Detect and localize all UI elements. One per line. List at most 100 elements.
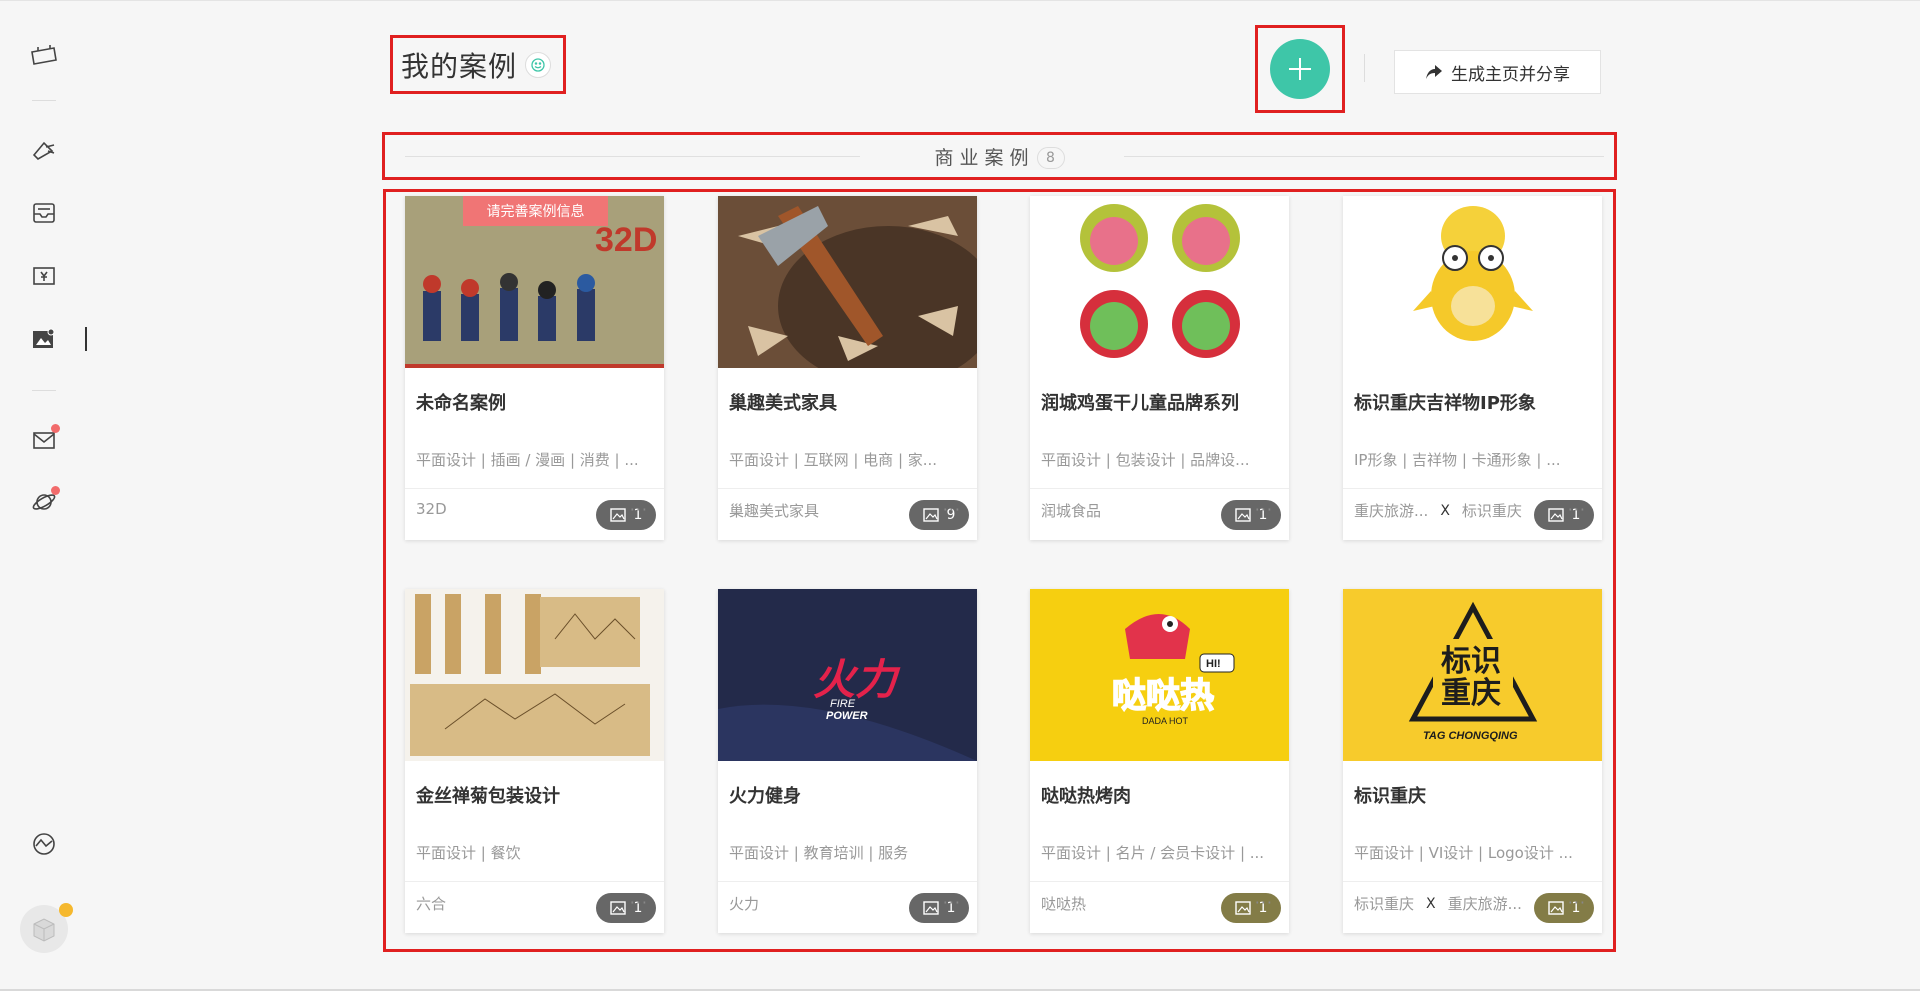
case-brand-row: 重庆旅游... X 标识重庆 bbox=[1354, 500, 1559, 521]
inbox-icon[interactable] bbox=[28, 197, 60, 229]
case-card[interactable]: 1 润城鸡蛋干儿童品牌系列 平面设计 | 包装设计 | 品牌设... 润城食品 … bbox=[1030, 196, 1289, 540]
card-divider bbox=[1030, 881, 1289, 882]
cover-text: 标识 bbox=[1441, 644, 1501, 679]
title-highlight: 我的案例 bbox=[390, 35, 566, 94]
case-brand-row: 巢趣美式家具 bbox=[729, 500, 934, 521]
case-brand-row: 六合 bbox=[416, 893, 621, 914]
card-divider bbox=[1343, 881, 1602, 882]
cover-text: 哒哒热 bbox=[1112, 676, 1214, 716]
incomplete-info-ribbon: 请完善案例信息 bbox=[463, 196, 608, 226]
more-options-button[interactable]: ··· bbox=[1568, 500, 1586, 519]
more-options-button[interactable]: ··· bbox=[1255, 500, 1273, 519]
case-tags: 平面设计 | 包装设计 | 品牌设... bbox=[1041, 451, 1250, 469]
logo-icon[interactable] bbox=[28, 40, 60, 72]
sidebar bbox=[0, 0, 88, 989]
share-homepage-button[interactable]: 生成主页并分享 bbox=[1394, 50, 1601, 94]
case-tags: 平面设计 | 餐饮 bbox=[416, 844, 521, 862]
case-cover-image[interactable]: HI! 哒哒热 DADA HOT bbox=[1030, 589, 1289, 761]
case-brand: 哒哒热 bbox=[1041, 895, 1087, 913]
case-partner: 重庆旅游... bbox=[1447, 895, 1522, 913]
case-brand: 润城食品 bbox=[1041, 502, 1102, 520]
more-options-button[interactable]: ··· bbox=[630, 893, 648, 912]
card-divider bbox=[1343, 488, 1602, 489]
more-options-button[interactable]: ··· bbox=[943, 893, 961, 912]
case-brand-row: 32D bbox=[416, 500, 621, 518]
case-cover-image[interactable] bbox=[718, 196, 977, 368]
case-title[interactable]: 金丝禅菊包装设计 bbox=[416, 782, 560, 808]
payment-icon[interactable] bbox=[28, 260, 60, 292]
add-case-button[interactable] bbox=[1270, 39, 1330, 99]
case-partner: 标识重庆 bbox=[1461, 502, 1522, 520]
cover-text: 火力 bbox=[813, 655, 901, 704]
collab-separator: X bbox=[1440, 502, 1450, 519]
case-brand: 标识重庆 bbox=[1354, 895, 1415, 913]
case-title[interactable]: 未命名案例 bbox=[416, 389, 506, 415]
case-card[interactable]: 32D 请完善案例信息 1 未命名案例 平面设计 | 插画 / 漫画 | 消费 … bbox=[405, 196, 664, 540]
case-card[interactable]: 9 巢趣美式家具 平面设计 | 互联网 | 电商 | 家... 巢趣美式家具 ·… bbox=[718, 196, 977, 540]
case-brand: 六合 bbox=[416, 895, 447, 913]
share-label: 生成主页并分享 bbox=[1451, 64, 1570, 85]
cover-text: 重庆 bbox=[1441, 676, 1501, 711]
case-title[interactable]: 火力健身 bbox=[729, 782, 801, 808]
case-title[interactable]: 标识重庆 bbox=[1354, 782, 1426, 808]
collab-separator: X bbox=[1426, 895, 1436, 912]
card-divider bbox=[405, 881, 664, 882]
case-brand-row: 润城食品 bbox=[1041, 500, 1246, 521]
case-title[interactable]: 润城鸡蛋干儿童品牌系列 bbox=[1041, 389, 1239, 415]
case-title[interactable]: 巢趣美式家具 bbox=[729, 389, 837, 415]
more-options-button[interactable]: ··· bbox=[1568, 893, 1586, 912]
case-cover-image[interactable]: 火力 FIRE POWER bbox=[718, 589, 977, 761]
add-highlight bbox=[1255, 25, 1345, 113]
case-tags: 平面设计 | 插画 / 漫画 | 消费 | ... bbox=[416, 451, 639, 469]
case-cover-image[interactable] bbox=[1030, 196, 1289, 368]
sidebar-divider bbox=[32, 390, 56, 391]
case-cover-image[interactable] bbox=[1343, 196, 1602, 368]
cover-text: 32D bbox=[595, 221, 657, 259]
share-icon bbox=[1426, 65, 1442, 79]
case-cover-image[interactable]: 标识 重庆 TAG CHONGQING bbox=[1343, 589, 1602, 761]
case-brand: 重庆旅游... bbox=[1354, 502, 1429, 520]
case-title[interactable]: 标识重庆吉祥物IP形象 bbox=[1354, 389, 1536, 415]
case-brand: 巢趣美式家具 bbox=[729, 502, 820, 520]
more-options-button[interactable]: ··· bbox=[943, 500, 961, 519]
header-divider bbox=[1364, 54, 1365, 82]
case-card[interactable]: 1 金丝禅菊包装设计 平面设计 | 餐饮 六合 ··· bbox=[405, 589, 664, 933]
case-grid: 32D 请完善案例信息 1 未命名案例 平面设计 | 插画 / 漫画 | 消费 … bbox=[383, 189, 1616, 952]
case-brand-row: 火力 bbox=[729, 893, 934, 914]
megaphone-icon[interactable] bbox=[28, 135, 60, 167]
cover-text: TAG CHONGQING bbox=[1423, 730, 1518, 742]
smile-icon[interactable] bbox=[525, 51, 552, 78]
top-border bbox=[0, 0, 1920, 1]
case-brand-row: 标识重庆 X 重庆旅游... bbox=[1354, 893, 1559, 914]
more-options-button[interactable]: ··· bbox=[1255, 893, 1273, 912]
gallery-icon[interactable] bbox=[28, 323, 60, 355]
cover-text: HI! bbox=[1206, 658, 1221, 670]
avatar-badge bbox=[59, 903, 73, 917]
discover-icon[interactable] bbox=[28, 828, 60, 860]
planet-notification-dot bbox=[51, 486, 60, 495]
case-tags: 平面设计 | 名片 / 会员卡设计 | ... bbox=[1041, 844, 1265, 862]
case-cover-image[interactable] bbox=[405, 589, 664, 761]
section-count-badge: 8 bbox=[1036, 147, 1065, 169]
cover-text: POWER bbox=[826, 710, 868, 722]
card-divider bbox=[1030, 488, 1289, 489]
sidebar-divider bbox=[32, 100, 56, 101]
case-card[interactable]: 火力 FIRE POWER 1 火力健身 平面设计 | 教育培训 | 服务 火力… bbox=[718, 589, 977, 933]
card-divider bbox=[718, 881, 977, 882]
case-brand-row: 哒哒热 bbox=[1041, 893, 1246, 914]
page-title: 我的案例 bbox=[401, 49, 518, 83]
case-title[interactable]: 哒哒热烤肉 bbox=[1041, 782, 1131, 808]
section-title-text: 商业案例 bbox=[934, 147, 1035, 169]
card-divider bbox=[405, 488, 664, 489]
active-indicator bbox=[85, 327, 87, 351]
section-title: 商业案例 8 bbox=[385, 143, 1614, 170]
case-card[interactable]: HI! 哒哒热 DADA HOT 1 哒哒热烤肉 平面设计 | 名片 / 会员卡… bbox=[1030, 589, 1289, 933]
card-divider bbox=[718, 488, 977, 489]
case-brand: 32D bbox=[416, 500, 447, 518]
case-brand: 火力 bbox=[729, 895, 760, 913]
mail-notification-dot bbox=[51, 424, 60, 433]
case-card[interactable]: 标识 重庆 TAG CHONGQING 1 标识重庆 平面设计 | VI设计 |… bbox=[1343, 589, 1602, 933]
case-card[interactable]: 1 标识重庆吉祥物IP形象 IP形象 | 吉祥物 | 卡通形象 | ... 重庆… bbox=[1343, 196, 1602, 540]
section-header: 商业案例 8 bbox=[382, 132, 1617, 180]
more-options-button[interactable]: ··· bbox=[630, 500, 648, 519]
